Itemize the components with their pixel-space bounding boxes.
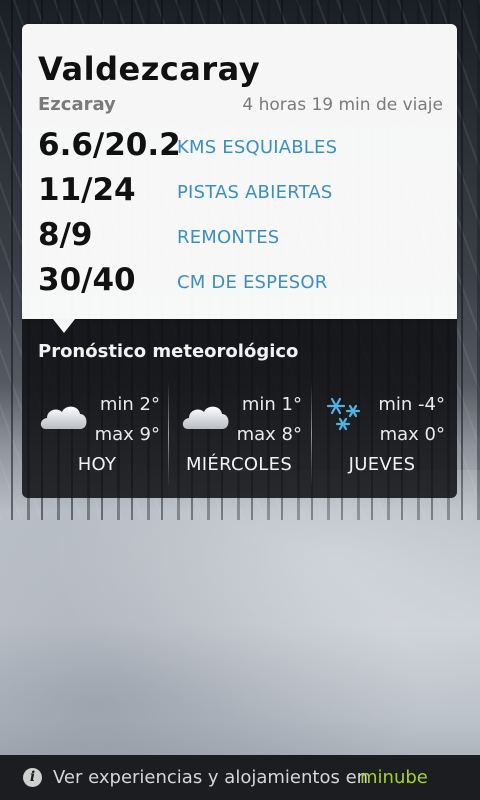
stat-row-pistas: 11/24 PISTAS ABIERTAS	[38, 172, 438, 212]
stat-row-kms: 6.6/20.2 KMS ESQUIABLES	[38, 127, 438, 167]
temp-min: min 1°	[241, 394, 302, 415]
footer-text: Ver experiencias y alojamientos en	[53, 767, 369, 788]
cloud-icon	[180, 399, 232, 437]
cloud-icon	[38, 399, 90, 437]
snow-icon	[325, 395, 365, 439]
stat-label: REMONTES	[177, 227, 280, 248]
travel-time: 4 horas 19 min de viaje	[242, 95, 443, 115]
resort-name: Valdezcaray	[38, 50, 261, 88]
resort-town: Ezcaray	[38, 94, 116, 115]
day-name: HOY	[77, 454, 117, 475]
stat-label: PISTAS ABIERTAS	[177, 182, 333, 203]
forecast-day-hoy: min 2° max 9° HOY	[26, 381, 168, 491]
forecast-day-jueves: min -4° max 0° JUEVES	[311, 381, 453, 491]
resort-card[interactable]: Valdezcaray Ezcaray 4 horas 19 min de vi…	[22, 24, 457, 319]
temp-max: max 0°	[379, 424, 445, 445]
card-pointer	[53, 319, 75, 333]
day-name: MIÉRCOLES	[185, 454, 293, 475]
forecast-panel[interactable]: Pronóstico meteorológico min 2° max 9° H…	[22, 319, 457, 498]
stat-value: 30/40	[38, 262, 136, 298]
stat-value: 11/24	[38, 172, 136, 208]
forecast-title: Pronóstico meteorológico	[38, 341, 299, 362]
stat-row-remontes: 8/9 REMONTES	[38, 217, 438, 257]
temp-min: min -4°	[378, 394, 445, 415]
stat-value: 6.6/20.2	[38, 127, 181, 163]
temp-max: max 8°	[236, 424, 302, 445]
day-name: JUEVES	[348, 454, 416, 475]
temp-max: max 9°	[94, 424, 160, 445]
stat-row-espesor: 30/40 CM DE ESPESOR	[38, 262, 438, 302]
snow-field	[0, 470, 480, 760]
info-icon: i	[23, 768, 42, 787]
stat-label: CM DE ESPESOR	[177, 272, 328, 293]
stat-label: KMS ESQUIABLES	[177, 137, 338, 158]
stat-value: 8/9	[38, 217, 93, 253]
footer-link-bar[interactable]: i Ver experiencias y alojamientos en min…	[0, 755, 480, 800]
temp-min: min 2°	[99, 394, 160, 415]
footer-brand-link[interactable]: minube	[360, 767, 428, 788]
forecast-day-miercoles: min 1° max 8° MIÉRCOLES	[168, 381, 310, 491]
